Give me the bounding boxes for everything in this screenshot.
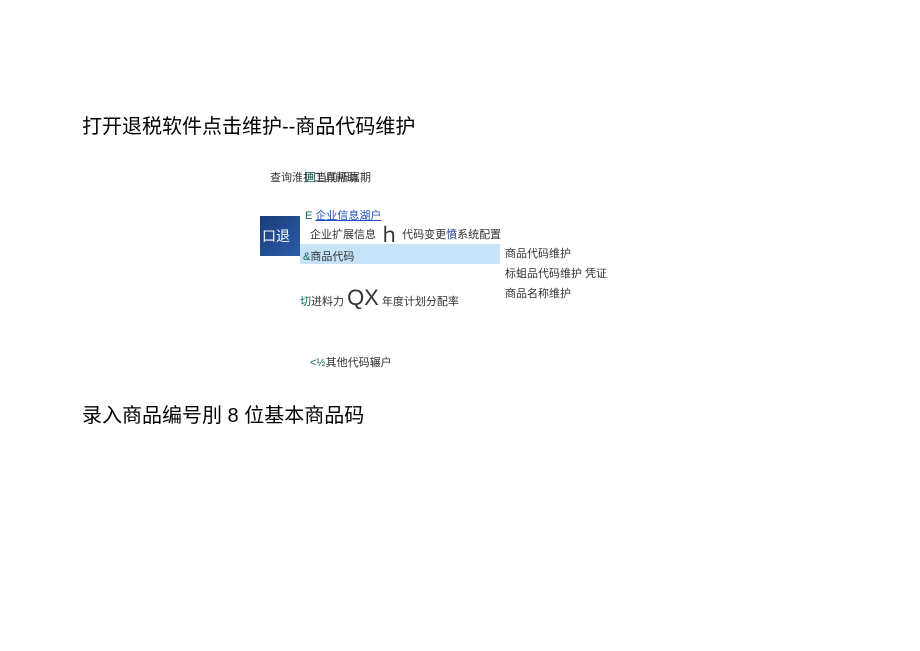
other-prefix: <½	[310, 357, 326, 369]
period-label: 当前所属期	[316, 172, 371, 184]
period-prefix: 国	[305, 172, 316, 184]
menu-screenshot-area: 查询淮护工具帮助 国当前所属期 E 企业信息湖户 企业扩展信息 ｈ 代码变更憤系…	[270, 169, 670, 379]
other-code-label: 其他代码辗户	[326, 357, 392, 369]
cut-prefix: 切	[300, 296, 311, 308]
heading-step2: 录入商品编号刖 8 位基本商品码	[82, 399, 920, 428]
year-plan-label: 年度计划分配率	[382, 296, 459, 308]
submenu-item-product-name-maintain[interactable]: 商品名称维护	[505, 284, 607, 304]
menu-item-othercode[interactable]: <½其他代码辗户	[310, 354, 392, 370]
sys-config-label: 系统配置	[457, 229, 501, 241]
menu-item-product-code[interactable]: &商品代码	[303, 248, 354, 264]
product-code-label: 商品代码	[310, 251, 354, 263]
submenu-item-standard-code-maintain[interactable]: 标蛆品代码维护 凭证	[505, 264, 607, 284]
app-logo-fragment: 口退	[260, 216, 300, 256]
feed-label: 进料力	[311, 296, 344, 308]
menu-item-period[interactable]: 国当前所属期	[305, 169, 371, 185]
code-change-prefix: 代码变更	[402, 229, 446, 241]
extinfo-label: 企业扩展信息	[310, 229, 376, 241]
menu-item-yearplan-row[interactable]: 切进料力 QX 年度计划分配率	[300, 285, 459, 311]
heading-step1: 打开退税软件点击维护--商品代码维护	[82, 110, 920, 139]
code-change-mid: 憤	[446, 229, 457, 241]
submenu-panel: 商品代码维护 标蛆品代码维护 凭证 商品名称维护	[505, 244, 607, 304]
decorative-qx: QX	[347, 285, 379, 310]
submenu-item-product-code-maintain[interactable]: 商品代码维护	[505, 244, 607, 264]
